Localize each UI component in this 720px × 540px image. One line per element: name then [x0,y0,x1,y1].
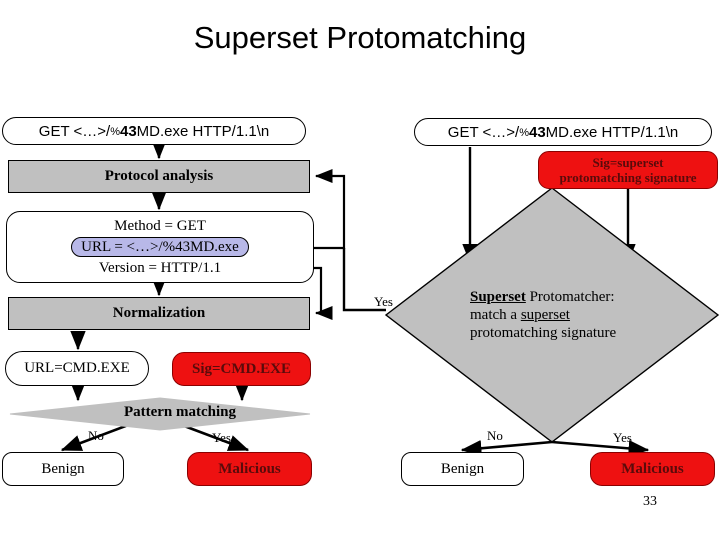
left-benign-box: Benign [2,452,124,486]
superset-signature-line1: Sig=superset [592,155,664,170]
parsed-method: Method = GET [114,217,206,234]
slide-page-number: 33 [643,494,657,509]
left-malicious-label: Malicious [218,460,281,477]
normalization-label: Normalization [112,305,206,321]
left-malicious-box: Malicious [187,452,312,486]
superset-signature-box: Sig=superset protomatching signature [538,151,718,189]
superset-matcher-line2: match a superset [470,307,570,323]
protocol-analysis-box: Protocol analysis [8,160,310,193]
left-edge-label-yes: Yes [212,430,231,445]
left-benign-label: Benign [41,460,85,477]
right-edge-label-yes: Yes [613,430,632,445]
superset-matcher-line3: protomatching signature [470,325,617,341]
signature-cmd-label: Sig=CMD.EXE [192,360,291,377]
right-benign-label: Benign [440,460,485,477]
normalized-url-box: URL=CMD.EXE [5,351,149,386]
superset-protomatcher-label: Superset Protomatcher: match a superset … [470,288,680,342]
signature-cmd-box: Sig=CMD.EXE [172,352,311,386]
right-malicious-box: Malicious [590,452,715,486]
parsed-url-row: URL = <…>/%43MD.exe [71,236,249,258]
right-malicious-label: Malicious [621,460,684,477]
normalization-box: Normalization [8,297,310,330]
right-packet-box: GET <…>/%43MD.exe HTTP/1.1\n [414,118,712,146]
parsed-version: Version = HTTP/1.1 [98,259,222,276]
mid-edge-label-yes: Yes [374,294,393,309]
right-edge-label-no: No [487,428,503,443]
parsed-fields-box: Method = GET URL = <…>/%43MD.exe Version… [6,211,314,283]
left-packet-box: GET <…>/%43MD.exe HTTP/1.1\n [2,117,306,145]
parsed-url-highlight: URL = <…>/%43MD.exe [71,236,249,257]
normalized-url-label: URL=CMD.EXE [24,360,130,376]
slide-canvas: Superset Protomatching GET <…>/%43MD.exe… [0,0,720,540]
pattern-matching-label: Pattern matching [123,404,237,420]
superset-signature-line2: protomatching signature [559,170,697,185]
protocol-analysis-label: Protocol analysis [104,168,214,184]
right-packet-text: GET <…>/%43MD.exe HTTP/1.1\n [447,123,679,141]
slide-title: Superset Protomatching [193,20,527,55]
left-edge-label-no: No [88,428,104,443]
right-benign-box: Benign [401,452,524,486]
superset-matcher-line1: Superset Protomatcher: [470,289,615,305]
left-packet-text: GET <…>/%43MD.exe HTTP/1.1\n [38,122,270,140]
